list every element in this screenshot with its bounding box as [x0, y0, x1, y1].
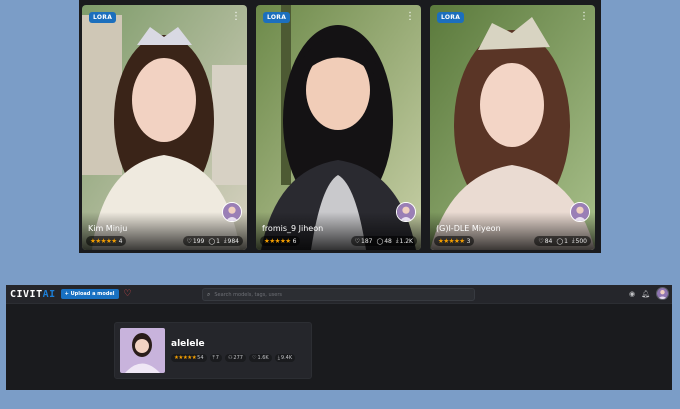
- rating-badge: ★★★★★ 3: [434, 236, 475, 246]
- upload-model-button[interactable]: + Upload a model: [60, 289, 119, 299]
- more-options-icon[interactable]: ⋮: [579, 12, 589, 22]
- top-header: CIVITAI + Upload a model ♡ ⌕ ◉ 🔔︎: [6, 285, 672, 304]
- download-icon: ⤓: [395, 237, 399, 244]
- star-rating-icon: ★★★★★: [174, 355, 197, 361]
- more-options-icon[interactable]: ⋮: [405, 12, 415, 22]
- download-icon: ⤓: [277, 355, 280, 361]
- lora-badge: LORA: [89, 12, 117, 23]
- upload-icon: ⤒: [212, 355, 215, 361]
- download-icon: ⤓: [571, 237, 575, 244]
- search-icon: ⌕: [207, 290, 211, 298]
- creator-avatar[interactable]: [222, 202, 242, 222]
- search-bar[interactable]: ⌕: [202, 288, 475, 301]
- lora-badge: LORA: [437, 12, 465, 23]
- model-card-strip: LORA ⋮ Kim Minju ★★★★★4 ♡199 ◯1 ⤓984: [79, 0, 601, 253]
- lora-badge: LORA: [263, 12, 291, 23]
- heart-icon: ♡: [186, 237, 192, 245]
- creator-name: alelele: [171, 339, 205, 349]
- more-options-icon[interactable]: ⋮: [231, 12, 241, 22]
- users-icon: ⚇: [227, 355, 233, 361]
- model-name: (G)I-DLE Miyeon: [436, 224, 501, 233]
- creator-avatar[interactable]: [396, 202, 416, 222]
- heart-icon: ♡: [538, 237, 544, 245]
- uploads-stat: ⤒ 7: [209, 354, 222, 362]
- model-card[interactable]: LORA ⋮ fromis_9 Jiheon ★★★★★ 6 ♡ 187 ◯ 48 ⤓…: [256, 5, 421, 250]
- creator-avatar[interactable]: [570, 202, 590, 222]
- download-icon: ⤓: [223, 237, 227, 244]
- civitai-logo[interactable]: CIVITAI: [10, 289, 56, 300]
- rating-badge: ★★★★★ 6: [260, 236, 301, 246]
- model-name: Kim Minju: [88, 224, 128, 233]
- model-name: fromis_9 Jiheon: [262, 224, 324, 233]
- search-input[interactable]: [214, 291, 455, 298]
- creator-card[interactable]: alelele ★★★★★ 54 ⤒ 7 ⚇ 277 ♡ 1.6K ⤓ 9.4K: [114, 322, 312, 379]
- creator-rating: ★★★★★ 54: [171, 354, 207, 362]
- star-rating-icon: ★★★★★: [438, 237, 465, 245]
- model-card[interactable]: LORA ⋮ (G)I-DLE Miyeon ★★★★★ 3 ♡ 84 ◯ 1 ⤓ 50…: [430, 5, 595, 250]
- heart-icon: ♡: [354, 237, 361, 245]
- heart-icon: ♡: [251, 355, 257, 361]
- comment-icon: ◯: [556, 237, 564, 245]
- creator-avatar: [120, 328, 165, 373]
- heart-icon[interactable]: ♡: [124, 289, 132, 299]
- civitai-window: CIVITAI + Upload a model ♡ ⌕ ◉ 🔔︎ alelel…: [6, 285, 672, 390]
- star-rating-icon: ★★★★★: [264, 237, 291, 245]
- comment-icon: ◯: [208, 237, 216, 245]
- model-card[interactable]: LORA ⋮ Kim Minju ★★★★★ 4 ♡ 199 ◯ 1 ⤓ 984: [82, 5, 247, 250]
- user-avatar[interactable]: [656, 287, 669, 300]
- comment-icon: ◯: [376, 237, 384, 245]
- creator-stats: ★★★★★ 54 ⤒ 7 ⚇ 277 ♡ 1.6K ⤓ 9.4K: [171, 354, 296, 362]
- bell-icon[interactable]: 🔔︎: [641, 290, 650, 298]
- rating-badge: ★★★★★ 4: [86, 236, 127, 246]
- star-rating-icon: ★★★★★: [90, 237, 117, 245]
- eye-icon[interactable]: ◉: [629, 290, 635, 298]
- likes-stat: ♡ 1.6K: [248, 354, 272, 362]
- stats-badge: ♡ 199 ◯ 1 ⤓ 984: [182, 236, 243, 246]
- stats-badge: ♡ 84 ◯ 1 ⤓ 500: [534, 236, 591, 246]
- followers-stat: ⚇ 277: [224, 354, 246, 362]
- downloads-stat: ⤓ 9.4K: [274, 354, 296, 362]
- stats-badge: ♡ 187 ◯ 48 ⤓ 1.2K: [350, 236, 417, 246]
